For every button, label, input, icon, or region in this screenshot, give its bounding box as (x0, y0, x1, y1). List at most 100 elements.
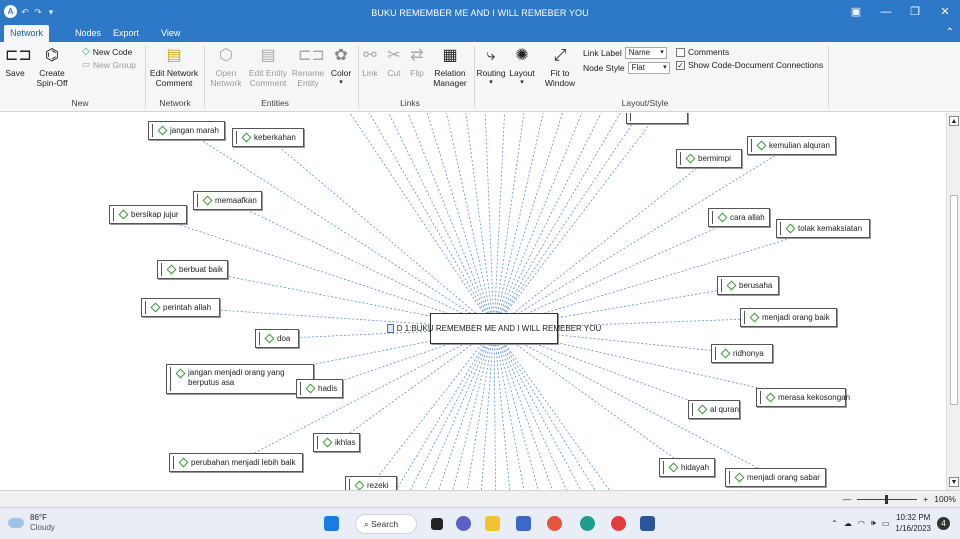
code-node[interactable]: rezeki (345, 476, 397, 490)
restore-button[interactable]: ❐ (907, 4, 923, 20)
scrollbar-thumb[interactable] (950, 195, 958, 405)
network-link[interactable] (493, 328, 640, 491)
code-node[interactable]: ikhlas (313, 433, 360, 452)
scroll-down-icon[interactable]: ▼ (949, 477, 959, 487)
network-link[interactable] (352, 113, 495, 329)
word-icon[interactable] (640, 516, 655, 531)
network-link[interactable] (442, 328, 495, 491)
code-node[interactable]: memaafkan (193, 191, 262, 210)
code-node[interactable]: perintah allah (141, 298, 220, 317)
teams-chat-icon[interactable] (456, 516, 471, 531)
node-style-select[interactable]: Flat ▾ (627, 62, 670, 74)
network-link[interactable] (493, 113, 550, 329)
flip-link-button[interactable]: ⇄ Flip (406, 46, 428, 78)
link-label-select[interactable]: Name ▾ (624, 47, 667, 59)
partial-code-node[interactable] (626, 113, 688, 124)
code-node[interactable]: bersikap jujur (109, 205, 187, 224)
network-link[interactable] (370, 328, 495, 491)
layout-button[interactable]: ✺ Layout ▾ (508, 46, 536, 88)
create-spin-off-button[interactable]: ⌬ Create Spin-Off (32, 46, 72, 88)
new-code-button[interactable]: ◇ New Code (82, 46, 132, 57)
routing-button[interactable]: ⤷ Routing ▾ (476, 46, 506, 88)
volume-icon[interactable]: 🕪 (871, 518, 876, 528)
zoom-out-icon[interactable]: — (843, 494, 852, 504)
battery-icon[interactable]: ▭ (882, 519, 890, 528)
code-node[interactable]: menjadi orang sabar (725, 468, 826, 487)
network-link[interactable] (267, 137, 495, 329)
tab-network[interactable]: Network (4, 25, 50, 42)
atlas-ti-taskbar-icon[interactable] (516, 516, 531, 531)
show-connections-checkbox-row[interactable]: ✓ Show Code-Document Connections (676, 60, 823, 70)
chrome-icon[interactable] (611, 516, 626, 531)
tab-export[interactable]: Export (107, 25, 145, 42)
code-node[interactable]: bermimpi (676, 149, 742, 168)
network-link[interactable] (388, 328, 495, 491)
code-node[interactable]: menjadi orang baik (740, 308, 837, 327)
network-link[interactable] (460, 328, 495, 491)
code-node[interactable]: berbuat baik (157, 260, 228, 279)
code-node[interactable]: ridhonya (711, 344, 773, 363)
taskbar-search[interactable]: ⌕ Search (355, 514, 417, 534)
network-link[interactable] (493, 217, 740, 329)
network-link[interactable] (493, 113, 638, 329)
code-node[interactable]: doa (255, 329, 299, 348)
rename-entity-button[interactable]: ⊏⊐ Rename Entity (290, 46, 326, 88)
network-link[interactable] (493, 158, 710, 329)
comments-checkbox-row[interactable]: Comments (676, 47, 729, 57)
code-node[interactable]: hidayah (659, 458, 715, 477)
code-node[interactable]: jangan menjadi orang yang berputus asa (166, 364, 314, 394)
save-button[interactable]: ⊏⊐ Save (2, 46, 32, 78)
code-node[interactable]: hadis (296, 379, 343, 398)
close-button[interactable]: ✕ (937, 4, 953, 20)
firefox-icon[interactable] (547, 516, 562, 531)
link-button[interactable]: ⚯ Link (358, 46, 382, 78)
network-link[interactable] (493, 328, 622, 491)
code-node[interactable]: keberkahan (232, 128, 304, 147)
network-link[interactable] (336, 328, 495, 443)
fit-to-window-button[interactable]: ⤢ Fit to Window (543, 46, 577, 88)
minimize-button[interactable]: — (878, 4, 894, 20)
color-button[interactable]: ✿ Color ▾ (327, 46, 355, 88)
collapse-ribbon-icon[interactable]: ⌃ (946, 27, 954, 38)
network-link[interactable] (493, 113, 616, 329)
network-link[interactable] (493, 113, 528, 329)
tab-nodes[interactable]: Nodes (69, 25, 107, 42)
network-link[interactable] (493, 328, 496, 491)
network-link[interactable] (374, 113, 495, 329)
layout-icon[interactable]: ▣ (848, 4, 864, 20)
network-link[interactable] (493, 328, 604, 491)
network-link[interactable] (493, 328, 532, 491)
vertical-scrollbar[interactable]: ▲ ▼ (946, 113, 960, 490)
cut-link-button[interactable]: ✂ Cut (382, 46, 406, 78)
relation-manager-button[interactable]: ▦ Relation Manager (430, 46, 470, 88)
zoom-in-icon[interactable]: + (923, 494, 928, 504)
network-link[interactable] (484, 113, 495, 329)
network-link[interactable] (493, 113, 572, 329)
code-node[interactable]: jangan marah (148, 121, 225, 140)
network-link[interactable] (227, 200, 495, 329)
network-link[interactable] (370, 328, 495, 486)
zoom-slider-knob[interactable] (885, 494, 889, 504)
code-node[interactable]: merasa kekosongan (756, 388, 850, 407)
network-link[interactable] (440, 113, 495, 329)
network-link[interactable] (330, 113, 495, 329)
open-network-button[interactable]: ⬡ Open Network (208, 46, 244, 88)
comments-checkbox[interactable] (676, 47, 685, 57)
tab-view[interactable]: View (155, 25, 186, 42)
code-node[interactable]: kemulian alquran (747, 136, 836, 155)
code-node[interactable]: berusaha (717, 276, 779, 295)
network-link[interactable] (493, 145, 792, 329)
code-node[interactable]: tolak kemaksiatan (776, 219, 870, 238)
clock[interactable]: 10:32 PM 1/16/2023 (895, 512, 931, 534)
edit-network-comment-button[interactable]: ▤ Edit Network Comment (148, 46, 200, 88)
weather-widget[interactable]: 86°F Cloudy (8, 513, 55, 533)
task-view-icon[interactable] (431, 518, 443, 530)
edge-icon[interactable] (580, 516, 595, 531)
file-explorer-icon[interactable] (485, 516, 500, 531)
network-link[interactable] (396, 113, 495, 329)
network-link[interactable] (493, 328, 568, 491)
network-link[interactable] (493, 328, 688, 468)
network-icon[interactable]: ☁ (844, 519, 852, 528)
document-node[interactable]: D 1:BUKU REMEMBER ME AND I WILL REMEBER … (386, 313, 601, 344)
code-node[interactable]: perubahan menjadi lebih baik (169, 453, 303, 472)
